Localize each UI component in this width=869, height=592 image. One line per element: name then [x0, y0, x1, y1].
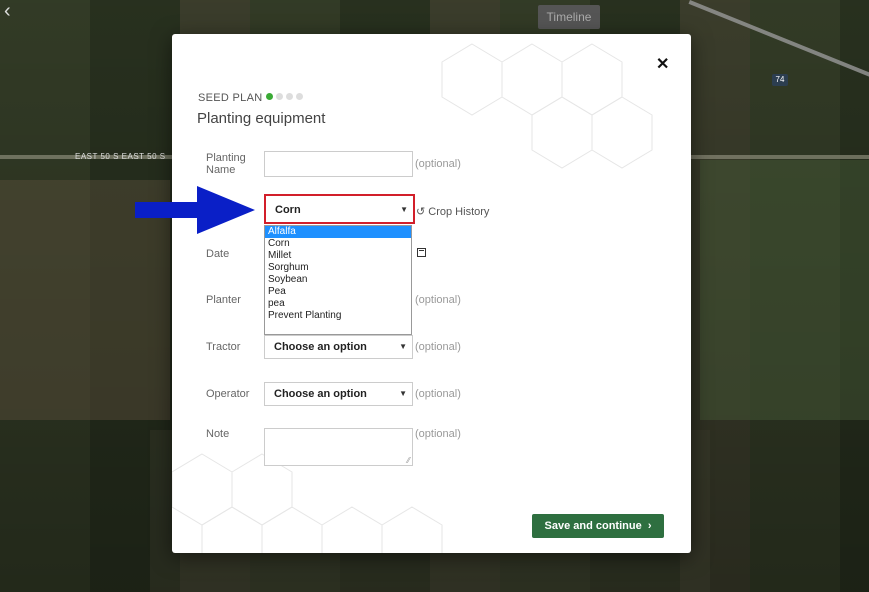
timeline-tab[interactable]: Timeline: [538, 5, 600, 29]
operator-select[interactable]: Choose an option ▼: [264, 382, 413, 406]
history-icon: ↺: [416, 206, 426, 218]
planting-name-label: Planting Name: [206, 152, 246, 176]
optional-hint: (optional): [415, 341, 461, 353]
crop-history-link[interactable]: ↺ Crop History: [416, 205, 489, 218]
annotation-arrow-icon: [135, 186, 255, 234]
planting-name-input[interactable]: [264, 151, 413, 177]
seed-plan-modal: ✕ SEED PLAN Planting equipment Planting …: [172, 34, 691, 553]
crop-select[interactable]: Corn ▼: [264, 194, 415, 224]
tractor-label: Tractor: [206, 341, 241, 353]
save-button-label: Save and continue: [544, 520, 642, 532]
crop-option[interactable]: Prevent Planting: [265, 310, 411, 322]
step-progress: [266, 93, 303, 100]
crop-option[interactable]: Pea: [265, 286, 411, 298]
crop-option[interactable]: Alfalfa: [265, 226, 411, 238]
tractor-select-value: Choose an option: [274, 341, 367, 353]
operator-select-value: Choose an option: [274, 388, 367, 400]
chevron-right-icon: ›: [644, 520, 652, 532]
chevron-down-icon: ▼: [399, 342, 407, 351]
step-dot: [276, 93, 283, 100]
save-and-continue-button[interactable]: Save and continue ›: [532, 514, 664, 538]
close-icon[interactable]: ✕: [656, 54, 669, 74]
optional-hint: (optional): [415, 388, 461, 400]
crop-history-label: Crop History: [428, 206, 490, 218]
crop-option[interactable]: Soybean: [265, 274, 411, 286]
crop-option[interactable]: Corn: [265, 238, 411, 250]
date-label: Date: [206, 248, 230, 260]
chevron-down-icon: ▼: [400, 205, 408, 214]
planter-label: Planter: [206, 294, 241, 306]
optional-hint: (optional): [415, 158, 461, 170]
map-highway: [688, 0, 869, 79]
chevron-down-icon: ▼: [399, 389, 407, 398]
operator-label: Operator: [206, 388, 250, 400]
note-label: Note: [206, 428, 230, 440]
calendar-icon[interactable]: [417, 248, 426, 257]
crop-dropdown-list[interactable]: Alfalfa Corn Millet Sorghum Soybean Pea …: [264, 225, 412, 335]
crop-option[interactable]: pea: [265, 298, 411, 310]
optional-hint: (optional): [415, 294, 461, 306]
resize-handle-icon[interactable]: ⁄⁄: [407, 456, 410, 465]
route-shield: 74: [772, 74, 788, 86]
note-textarea[interactable]: ⁄⁄: [264, 428, 413, 466]
step-dot: [286, 93, 293, 100]
step-dot-active: [266, 93, 273, 100]
optional-hint: (optional): [415, 428, 461, 440]
tractor-select[interactable]: Choose an option ▼: [264, 335, 413, 359]
page-title: Planting equipment: [197, 110, 326, 127]
crop-option[interactable]: Millet: [265, 250, 411, 262]
road-label: EAST 50 S EAST 50 S: [75, 152, 166, 161]
crop-option[interactable]: Sorghum: [265, 262, 411, 274]
back-arrow-icon[interactable]: ‹: [4, 0, 11, 23]
step-dot: [296, 93, 303, 100]
crop-select-value: Corn: [275, 204, 301, 216]
map-field: [700, 160, 869, 420]
seed-plan-kicker: SEED PLAN: [198, 92, 263, 104]
